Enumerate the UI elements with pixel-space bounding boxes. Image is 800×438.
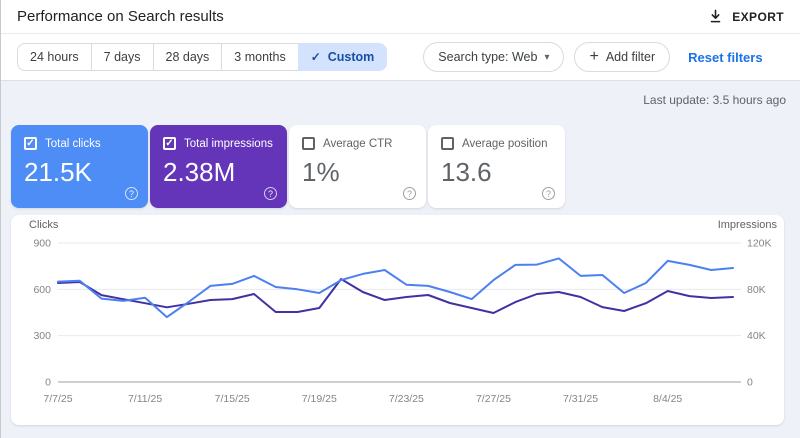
add-filter-button[interactable]: + Add filter [574, 42, 671, 72]
checkbox-average-ctr[interactable]: ✓ [302, 137, 315, 150]
reset-filters-link[interactable]: Reset filters [688, 50, 762, 65]
metric-cards-row: ✓ Total clicks 21.5K ? ✓ Total impressio… [11, 125, 565, 208]
metric-card-total-clicks[interactable]: ✓ Total clicks 21.5K ? [11, 125, 148, 208]
metric-value: 2.38M [163, 157, 236, 187]
performance-chart: 0 0 300 40K 600 80K 900 120K Clicks Impressions 7/… [11, 215, 784, 425]
svg-text:40K: 40K [747, 330, 766, 342]
help-icon[interactable]: ? [542, 187, 555, 200]
checkbox-total-impressions[interactable]: ✓ [163, 137, 176, 150]
search-type-label: Search type: Web [438, 50, 538, 64]
metric-label: Total impressions [184, 137, 273, 150]
plus-icon: + [589, 48, 599, 65]
page-header: Performance on Search results EXPORT 24 … [1, 0, 800, 81]
svg-text:Clicks: Clicks [29, 219, 59, 231]
chevron-down-icon: ▾ [544, 51, 550, 63]
svg-text:7/23/25: 7/23/25 [389, 393, 424, 405]
range-7-days[interactable]: 7 days [90, 43, 154, 71]
line-chart-canvas: 0 0 300 40K 600 80K 900 120K Clicks Impressions 7/… [29, 219, 778, 405]
svg-text:0: 0 [45, 377, 51, 389]
svg-text:120K: 120K [747, 238, 772, 250]
last-update-text: Last update: 3.5 hours ago [643, 93, 786, 107]
svg-text:7/11/25: 7/11/25 [128, 393, 162, 405]
metric-card-average-position[interactable]: ✓ Average position 13.6 ? [428, 125, 565, 208]
metric-label: Average CTR [323, 137, 393, 150]
date-range-group: 24 hours 7 days 28 days 3 months ✓ Custo… [17, 43, 388, 71]
search-type-dropdown[interactable]: Search type: Web ▾ [423, 42, 565, 72]
range-custom-label: Custom [327, 50, 375, 64]
page-title: Performance on Search results [17, 8, 224, 25]
svg-text:300: 300 [33, 330, 51, 342]
metric-value: 1% [302, 157, 340, 187]
help-icon[interactable]: ? [125, 187, 138, 200]
svg-text:7/31/25: 7/31/25 [563, 393, 598, 405]
checkbox-average-position[interactable]: ✓ [441, 137, 454, 150]
checkmark-icon: ✓ [310, 50, 321, 64]
export-button[interactable]: EXPORT [708, 9, 784, 24]
range-custom[interactable]: ✓ Custom [297, 43, 388, 71]
svg-text:8/4/25: 8/4/25 [653, 393, 682, 405]
filter-bar: 24 hours 7 days 28 days 3 months ✓ Custo… [1, 34, 800, 80]
range-3-months[interactable]: 3 months [221, 43, 299, 71]
download-icon [708, 9, 723, 24]
svg-text:7/27/25: 7/27/25 [476, 393, 511, 405]
checkmark-icon: ✓ [165, 137, 174, 149]
svg-text:900: 900 [33, 238, 51, 250]
add-filter-label: Add filter [605, 50, 656, 64]
metric-card-total-impressions[interactable]: ✓ Total impressions 2.38M ? [150, 125, 287, 208]
svg-text:600: 600 [33, 284, 51, 296]
range-24-hours[interactable]: 24 hours [17, 43, 92, 71]
export-label: EXPORT [732, 9, 784, 24]
metric-value: 21.5K [24, 157, 92, 187]
metric-label: Average position [462, 137, 548, 150]
svg-text:7/15/25: 7/15/25 [215, 393, 250, 405]
svg-text:7/19/25: 7/19/25 [302, 393, 337, 405]
svg-text:0: 0 [747, 377, 753, 389]
checkmark-icon: ✓ [26, 137, 35, 149]
svg-text:7/7/25: 7/7/25 [43, 393, 72, 405]
metric-value: 13.6 [441, 157, 492, 187]
help-icon[interactable]: ? [264, 187, 277, 200]
metric-label: Total clicks [45, 137, 101, 150]
checkbox-total-clicks[interactable]: ✓ [24, 137, 37, 150]
help-icon[interactable]: ? [403, 187, 416, 200]
title-bar: Performance on Search results EXPORT [1, 0, 800, 34]
svg-text:Impressions: Impressions [718, 219, 778, 231]
range-28-days[interactable]: 28 days [152, 43, 223, 71]
svg-text:80K: 80K [747, 284, 766, 296]
metric-card-average-ctr[interactable]: ✓ Average CTR 1% ? [289, 125, 426, 208]
